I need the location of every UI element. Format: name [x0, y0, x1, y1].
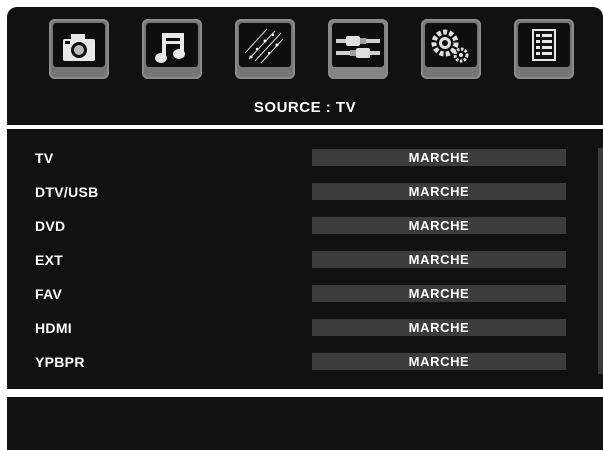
music-note-icon — [155, 33, 185, 63]
source-value[interactable]: MARCHE — [312, 353, 566, 370]
source-value[interactable]: MARCHE — [312, 217, 566, 234]
document-icon — [532, 29, 556, 61]
source-value[interactable]: MARCHE — [312, 319, 566, 336]
source-list: TV MARCHE DTV/USB MARCHE DVD MARCHE EXT … — [7, 129, 603, 389]
menu-tab-info[interactable] — [514, 19, 574, 79]
source-value[interactable]: MARCHE — [312, 285, 566, 302]
source-label: HDMI — [35, 320, 72, 336]
top-menu-bar: SOURCE : TV — [7, 7, 603, 125]
gears-icon — [431, 29, 469, 63]
cables-icon — [336, 36, 380, 58]
source-row-ext[interactable]: EXT MARCHE — [7, 250, 597, 270]
source-row-dtv-usb[interactable]: DTV/USB MARCHE — [7, 182, 597, 202]
menu-tab-setup[interactable] — [421, 19, 481, 79]
menu-tab-sound[interactable] — [142, 19, 202, 79]
menu-tab-source[interactable] — [328, 19, 388, 79]
source-label: EXT — [35, 252, 64, 268]
source-label: TV — [35, 150, 54, 166]
source-label: DVD — [35, 218, 66, 234]
source-value[interactable]: MARCHE — [312, 183, 566, 200]
scrollbar[interactable] — [598, 148, 603, 374]
source-row-ypbpr[interactable]: YPBPR MARCHE — [7, 352, 597, 372]
scroll-thumb[interactable] — [598, 148, 603, 374]
source-label: FAV — [35, 286, 63, 302]
stars-icon — [244, 28, 284, 64]
source-value[interactable]: MARCHE — [312, 251, 566, 268]
source-row-hdmi[interactable]: HDMI MARCHE — [7, 318, 597, 338]
menu-tab-channel[interactable] — [235, 19, 295, 79]
current-source-label: SOURCE : TV — [253, 99, 357, 116]
source-row-fav[interactable]: FAV MARCHE — [7, 284, 597, 304]
source-label: YPBPR — [35, 354, 85, 370]
menu-tab-picture[interactable] — [49, 19, 109, 79]
source-label: DTV/USB — [35, 184, 99, 200]
camera-icon — [63, 34, 95, 61]
source-row-dvd[interactable]: DVD MARCHE — [7, 216, 597, 236]
source-row-tv[interactable]: TV MARCHE — [7, 148, 597, 168]
help-bar — [7, 397, 603, 450]
source-value[interactable]: MARCHE — [312, 149, 566, 166]
